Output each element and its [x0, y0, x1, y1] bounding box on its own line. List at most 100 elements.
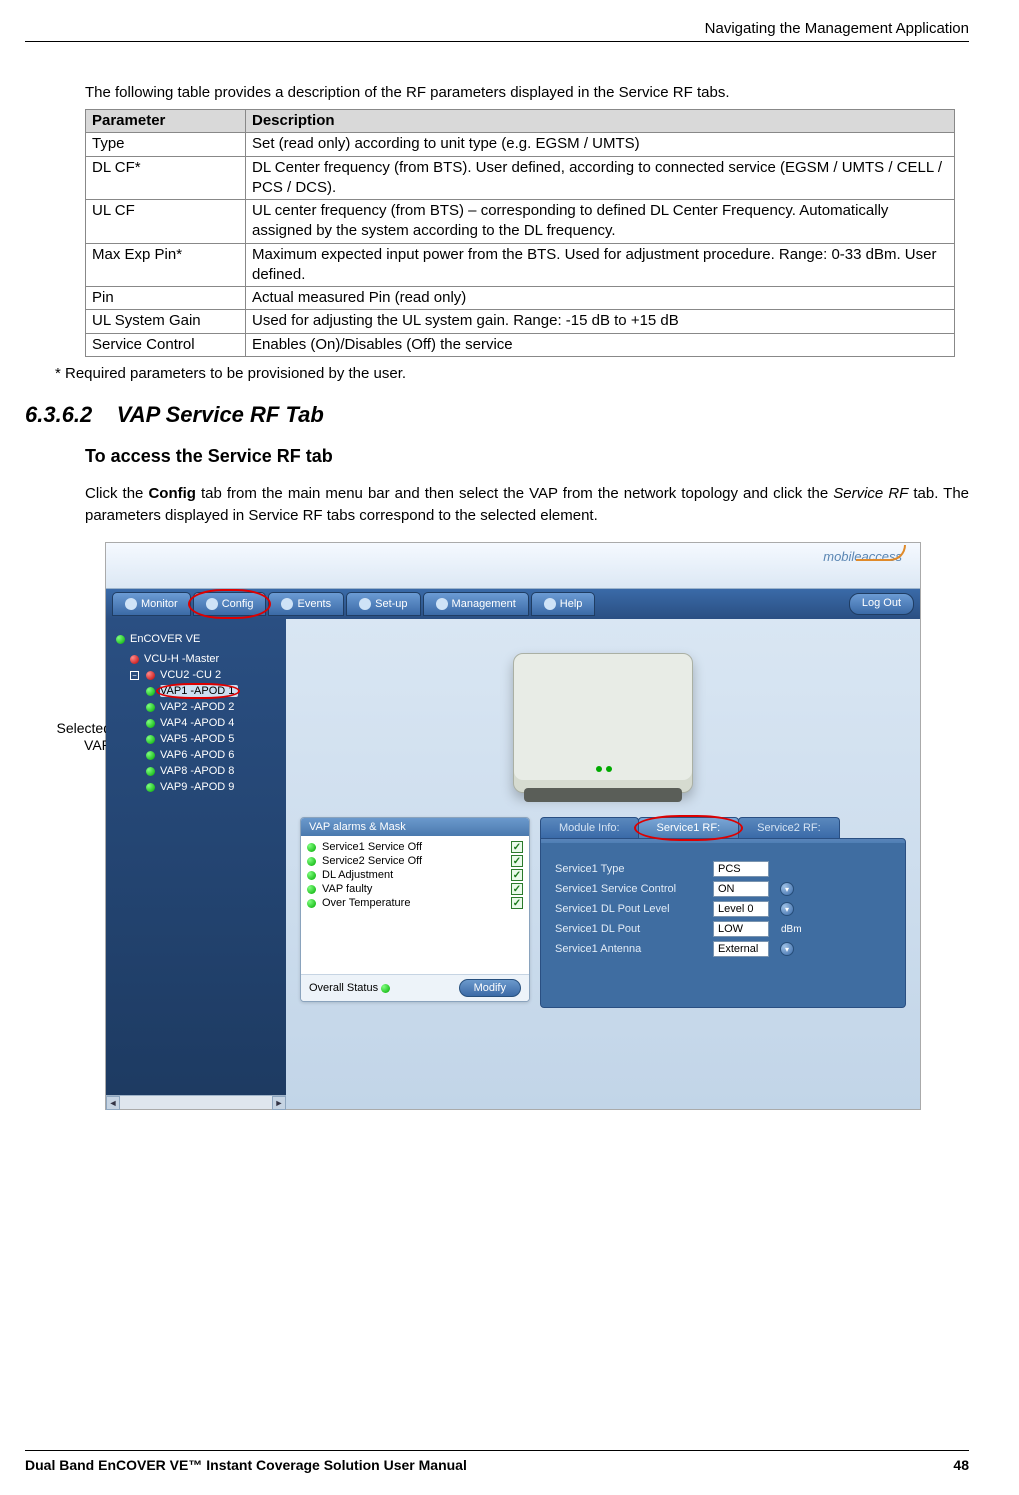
- app-screenshot: mobileaccess Monitor Config Events Set-u…: [105, 542, 921, 1110]
- tab-events[interactable]: Events: [268, 592, 344, 616]
- module-info-panel: Module Info: Service1 RF: Service2 RF: S…: [540, 817, 906, 1008]
- tab-service1-rf[interactable]: Service1 RF:: [638, 817, 740, 838]
- alarms-panel: VAP alarms & Mask Service1 Service Off✓ …: [300, 817, 530, 1002]
- config-icon: [206, 598, 218, 610]
- status-dot-icon: [146, 671, 155, 680]
- tab-module-info[interactable]: Module Info:: [540, 817, 639, 838]
- table-row: DL CF*DL Center frequency (from BTS). Us…: [86, 156, 955, 200]
- main-tabbar: Monitor Config Events Set-up Management …: [106, 589, 920, 619]
- alarm-row: Service1 Service Off✓: [307, 840, 523, 854]
- tree-vap8[interactable]: VAP8 -APOD 8: [112, 763, 280, 779]
- tree-root[interactable]: EnCOVER VE: [112, 631, 280, 647]
- dropdown-icon[interactable]: ▾: [780, 942, 794, 956]
- footer-title: Dual Band EnCOVER VE™ Instant Coverage S…: [25, 1457, 467, 1473]
- mask-checkbox[interactable]: ✓: [511, 897, 523, 909]
- info-row: Service1 AntennaExternal▾: [555, 941, 891, 957]
- tab-service2-rf[interactable]: Service2 RF:: [738, 817, 840, 838]
- tree-vap9[interactable]: VAP9 -APOD 9: [112, 779, 280, 795]
- management-icon: [436, 598, 448, 610]
- status-dot-icon: [146, 719, 155, 728]
- callout-selected-vap: Selected VAP: [47, 720, 111, 754]
- table-row: Max Exp Pin*Maximum expected input power…: [86, 243, 955, 287]
- mask-checkbox[interactable]: ✓: [511, 855, 523, 867]
- info-row: Service1 TypePCS: [555, 861, 891, 877]
- status-dot-icon: [307, 899, 316, 908]
- info-row: Service1 DL Pout LevelLevel 0▾: [555, 901, 891, 917]
- type-value: PCS: [713, 861, 769, 877]
- tab-config[interactable]: Config: [193, 592, 267, 616]
- topology-tree: EnCOVER VE VCU-H -Master −VCU2 -CU 2 VAP…: [106, 619, 286, 1109]
- tree-vap4[interactable]: VAP4 -APOD 4: [112, 715, 280, 731]
- logout-button[interactable]: Log Out: [849, 593, 914, 615]
- app-header: mobileaccess: [106, 543, 920, 589]
- monitor-icon: [125, 598, 137, 610]
- section-heading: 6.3.6.2 VAP Service RF Tab: [25, 402, 969, 428]
- status-dot-icon: [146, 783, 155, 792]
- status-dot-icon: [146, 703, 155, 712]
- info-row: Service1 Service ControlON▾: [555, 881, 891, 897]
- tree-vcu-h[interactable]: VCU-H -Master: [112, 651, 280, 667]
- tab-help[interactable]: Help: [531, 592, 596, 616]
- table-row: UL CFUL center frequency (from BTS) – co…: [86, 200, 955, 244]
- collapse-icon[interactable]: −: [130, 671, 139, 680]
- info-row: Service1 DL PoutLOWdBm: [555, 921, 891, 937]
- table-row: Service ControlEnables (On)/Disables (Of…: [86, 333, 955, 356]
- main-pane: VAP alarms & Mask Service1 Service Off✓ …: [286, 619, 920, 1109]
- help-icon: [544, 598, 556, 610]
- tab-monitor[interactable]: Monitor: [112, 592, 191, 616]
- overall-status-label: Overall Status: [309, 982, 390, 994]
- mask-checkbox[interactable]: ✓: [511, 841, 523, 853]
- alarms-panel-header: VAP alarms & Mask: [301, 818, 529, 836]
- table-row: PinActual measured Pin (read only): [86, 287, 955, 310]
- scroll-right-icon[interactable]: ►: [272, 1096, 286, 1110]
- status-dot-icon: [307, 885, 316, 894]
- col-description: Description: [246, 110, 955, 133]
- tab-management[interactable]: Management: [423, 592, 529, 616]
- tab-setup[interactable]: Set-up: [346, 592, 420, 616]
- status-dot-icon: [381, 984, 390, 993]
- tree-vap2[interactable]: VAP2 -APOD 2: [112, 699, 280, 715]
- dropdown-icon[interactable]: ▾: [780, 902, 794, 916]
- service-control-select[interactable]: ON: [713, 881, 769, 897]
- status-dot-icon: [146, 687, 155, 696]
- status-dot-icon: [130, 655, 139, 664]
- tree-vap6[interactable]: VAP6 -APOD 6: [112, 747, 280, 763]
- col-parameter: Parameter: [86, 110, 246, 133]
- page-header: Navigating the Management Application: [25, 20, 969, 42]
- events-icon: [281, 598, 293, 610]
- modify-button[interactable]: Modify: [459, 979, 521, 997]
- logo: mobileaccess: [823, 549, 902, 564]
- status-dot-icon: [146, 767, 155, 776]
- pout-level-select[interactable]: Level 0: [713, 901, 769, 917]
- alarm-row: Service2 Service Off✓: [307, 854, 523, 868]
- footnote: * Required parameters to be provisioned …: [55, 365, 969, 382]
- tree-vcu2[interactable]: −VCU2 -CU 2: [112, 667, 280, 683]
- table-row: UL System GainUsed for adjusting the UL …: [86, 310, 955, 333]
- parameter-table: Parameter Description TypeSet (read only…: [85, 109, 955, 357]
- status-dot-icon: [307, 857, 316, 866]
- status-dot-icon: [307, 843, 316, 852]
- mask-checkbox[interactable]: ✓: [511, 869, 523, 881]
- dropdown-icon[interactable]: ▾: [780, 882, 794, 896]
- setup-icon: [359, 598, 371, 610]
- device-image: [513, 653, 693, 793]
- tree-vap5[interactable]: VAP5 -APOD 5: [112, 731, 280, 747]
- status-dot-icon: [146, 751, 155, 760]
- scroll-left-icon[interactable]: ◄: [106, 1096, 120, 1110]
- status-dot-icon: [116, 635, 125, 644]
- intro-text: The following table provides a descripti…: [85, 82, 969, 103]
- tree-vap1[interactable]: VAP1 -APOD 1: [112, 683, 280, 699]
- alarm-row: DL Adjustment✓: [307, 868, 523, 882]
- body-paragraph: Click the Config tab from the main menu …: [85, 483, 969, 527]
- page-number: 48: [953, 1457, 969, 1473]
- status-dot-icon: [146, 735, 155, 744]
- tree-scrollbar[interactable]: ◄►: [106, 1095, 286, 1109]
- status-dot-icon: [307, 871, 316, 880]
- alarm-row: Over Temperature✓: [307, 896, 523, 910]
- antenna-select[interactable]: External: [713, 941, 769, 957]
- mask-checkbox[interactable]: ✓: [511, 883, 523, 895]
- sub-heading: To access the Service RF tab: [85, 446, 969, 467]
- page-footer: Dual Band EnCOVER VE™ Instant Coverage S…: [25, 1450, 969, 1473]
- alarm-row: VAP faulty✓: [307, 882, 523, 896]
- table-row: TypeSet (read only) according to unit ty…: [86, 133, 955, 156]
